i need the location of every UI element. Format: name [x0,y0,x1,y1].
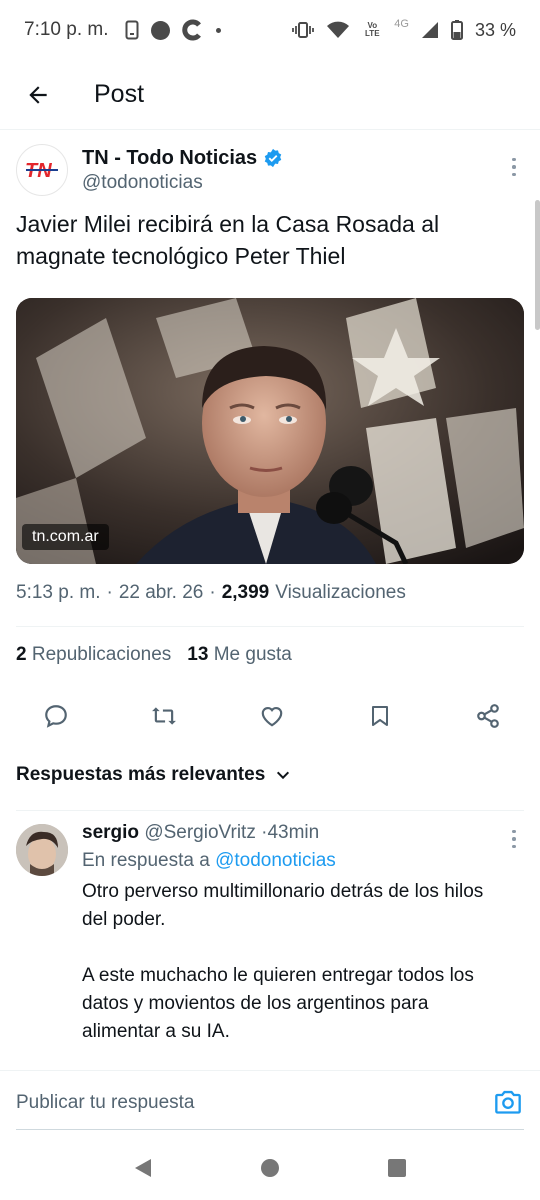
replies-sort-selector[interactable]: Respuestas más relevantes [16,764,291,786]
repost-button[interactable] [148,700,180,732]
camera-button[interactable] [494,1089,522,1117]
reposts-stat[interactable]: 2 Republicaciones [16,644,171,666]
nav-home-button[interactable] [250,1148,290,1188]
reply-input[interactable] [16,1083,476,1123]
more-options-icon[interactable] [504,824,524,854]
reply-author-handle[interactable]: @SergioVritz [144,822,256,843]
square-recents-icon [387,1159,406,1177]
likes-label: Me gusta [213,644,292,665]
more-options-icon[interactable] [504,152,524,182]
bookmark-button[interactable] [364,700,396,732]
phone-notification-icon [125,20,139,40]
likes-stat[interactable]: 13 Me gusta [187,644,292,666]
views-count: 2,399 [221,582,270,603]
reply-avatar[interactable] [16,824,68,876]
sort-label: Respuestas más relevantes [16,764,266,785]
page-title: Post [94,80,145,108]
battery-icon [450,20,463,40]
nav-back-button[interactable] [123,1148,163,1188]
post-time[interactable]: 5:13 p. m. [16,582,101,604]
post-media-image[interactable]: tn.com.ar [16,298,524,564]
reply-item[interactable]: sergio @SergioVritz ·43min En respuesta … [16,820,524,1060]
repost-icon [152,707,176,725]
share-button[interactable] [472,700,504,732]
back-button[interactable] [0,60,76,130]
comment-icon [45,705,67,728]
replying-to-handle[interactable]: @todonoticias [215,850,336,871]
user-photo [16,824,68,876]
battery-percent: 33 % [474,19,516,40]
divider [16,810,524,811]
app-c-icon [181,19,204,41]
replying-to: En respuesta a @todonoticias [82,846,502,876]
reply-paragraph: A este muchacho le quieren entregar todo… [82,965,474,1042]
vibrate-icon [292,21,315,39]
share-icon [477,704,499,728]
reply-author-name[interactable]: sergio [82,822,139,843]
volte-icon: Vo LTE [365,21,380,38]
circle-home-icon [260,1159,279,1177]
reply-time: 43min [267,822,320,843]
media-domain-label: tn.com.ar [22,524,109,550]
status-time: 7:10 p. m. [24,19,109,40]
like-button[interactable] [256,700,288,732]
app-header: Post [0,60,540,130]
author-avatar[interactable]: TN [16,144,68,196]
post-author: TN TN - Todo Noticias @todonoticias [16,144,524,200]
verified-badge-icon [264,148,282,168]
post-text: Javier Milei recibirá en la Casa Rosada … [16,211,440,269]
reply-composer [0,1070,540,1132]
wifi-icon [326,21,350,39]
nav-recents-button[interactable] [377,1148,417,1188]
camera-icon [495,1090,521,1114]
system-nav-bar [0,1136,540,1200]
author-handle[interactable]: @todonoticias [82,172,283,194]
post-date[interactable]: 22 abr. 26 [119,582,204,604]
post-stats: 2 Republicaciones 13 Me gusta [16,644,292,666]
arrow-left-icon [29,85,47,104]
reply-paragraph: Otro perverso multimillonario detrás de … [82,881,484,930]
reply-button[interactable] [40,700,72,732]
more-notifications-dot-icon [215,27,221,33]
scrollbar[interactable] [535,200,540,330]
heart-icon [261,707,283,727]
input-underline [16,1129,524,1130]
replying-to-prefix: En respuesta a [82,850,210,871]
bookmark-icon [372,706,388,726]
reposts-label: Republicaciones [31,644,172,665]
status-bar: 7:10 p. m. Vo LTE 4G 33 % [0,0,540,60]
author-name[interactable]: TN - Todo Noticias [82,147,257,170]
views-label: Visualizaciones [275,582,406,603]
chevron-down-icon [277,771,290,780]
reposts-count: 2 [16,644,27,665]
signal-icon [421,21,439,39]
likes-count: 13 [187,644,209,665]
triangle-back-icon [135,1159,152,1177]
divider [16,626,524,627]
record-icon [150,20,170,40]
post-actions [16,696,524,736]
meta-separator: · [209,582,216,603]
network-type: 4G [394,18,409,30]
tn-logo-icon: TN [25,160,58,180]
meta-separator: · [106,582,113,603]
reply-text: Otro perverso multimillonario detrás de … [82,878,502,1046]
post-meta: 5:13 p. m. · 22 abr. 26 · 2,399 Visualiz… [16,582,524,604]
